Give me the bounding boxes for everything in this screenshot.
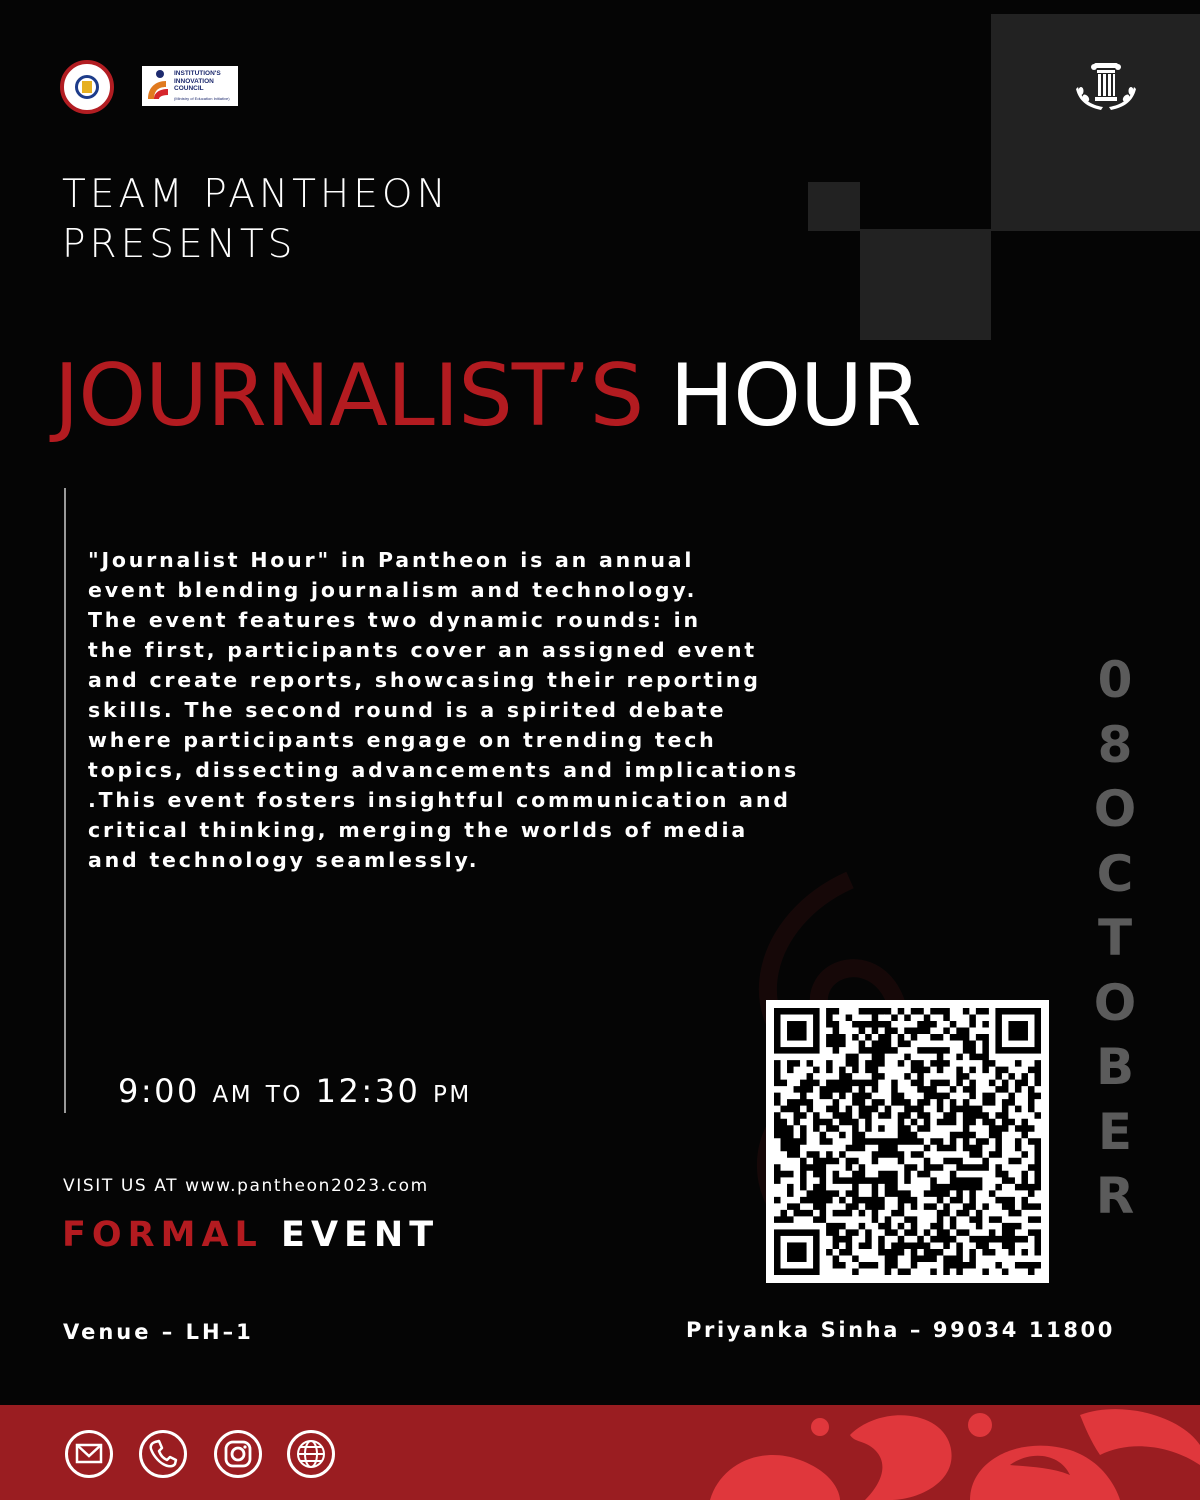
phone-icon[interactable] — [138, 1429, 188, 1479]
qr-finder-pattern — [774, 1229, 820, 1275]
iic-line2: INNOVATION — [174, 77, 214, 85]
date-day-digit: 8 — [1097, 715, 1133, 774]
event-date: 0 8 O C T O B E R — [1085, 648, 1145, 1229]
presents-line2: PRESENTS — [62, 222, 297, 267]
time-end-suffix: PM — [433, 1082, 472, 1108]
event-description: "Journalist Hour" in Pantheon is an annu… — [88, 548, 800, 872]
event-title: JOURNALIST’S HOUR — [54, 346, 922, 446]
decorative-square-medium — [860, 229, 991, 340]
date-month-letter: C — [1096, 844, 1134, 903]
date-day-digit: 0 — [1097, 651, 1133, 709]
date-month-letter: T — [1097, 909, 1133, 967]
presents-line1: TEAM PANTHEON — [62, 172, 450, 217]
qr-code[interactable] — [766, 1000, 1049, 1283]
event-title-white: HOUR — [669, 346, 922, 446]
pantheon-pillar-emblem-icon — [1076, 63, 1136, 110]
event-type-red: FORMAL — [62, 1215, 263, 1255]
qr-finder-pattern — [774, 1008, 820, 1054]
iic-line3: COUNCIL — [174, 85, 204, 92]
date-month-letter: O — [1093, 780, 1137, 838]
decorative-square-large — [991, 14, 1200, 231]
date-month-letter: R — [1095, 1167, 1135, 1225]
venue-text: Venue – LH–1 — [63, 1320, 254, 1344]
globe-icon[interactable] — [286, 1429, 336, 1479]
mail-icon[interactable] — [64, 1429, 114, 1479]
time-end: 12:30 — [315, 1072, 421, 1110]
contact-text: Priyanka Sinha – 99034 11800 — [686, 1318, 1115, 1342]
college-logo — [60, 60, 114, 114]
iic-mark-icon — [148, 70, 168, 99]
date-month-letter: B — [1095, 1038, 1135, 1096]
iic-logo-subtext: (Ministry of Education Initiative) — [174, 96, 230, 101]
iic-logo-text: INSTITUTION'S INNOVATION COUNCIL — [174, 70, 236, 93]
iic-line1: INSTITUTION'S — [174, 70, 221, 77]
presenter-heading: TEAM PANTHEON PRESENTS — [62, 170, 450, 270]
footer-floral-decoration — [710, 1409, 1200, 1500]
instagram-icon[interactable] — [213, 1429, 263, 1479]
event-title-red: JOURNALIST’S — [54, 346, 644, 446]
event-time: 9:00 AM TO 12:30 PM — [118, 1072, 472, 1110]
date-month-letter: O — [1093, 973, 1137, 1032]
event-type-white: EVENT — [281, 1215, 440, 1255]
time-start: 9:00 — [118, 1072, 200, 1110]
time-start-suffix: AM — [212, 1082, 254, 1108]
website-link[interactable]: VISIT US AT www.pantheon2023.com — [63, 1176, 429, 1196]
vertical-divider — [64, 488, 66, 1113]
qr-finder-pattern — [995, 1008, 1041, 1054]
event-type: FORMAL EVENT — [62, 1215, 439, 1255]
footer-bar — [0, 1405, 1200, 1500]
date-month-letter: E — [1097, 1102, 1133, 1161]
time-to: TO — [265, 1082, 303, 1108]
decorative-square-small — [808, 182, 860, 231]
iic-logo: INSTITUTION'S INNOVATION COUNCIL (Minist… — [142, 66, 238, 106]
